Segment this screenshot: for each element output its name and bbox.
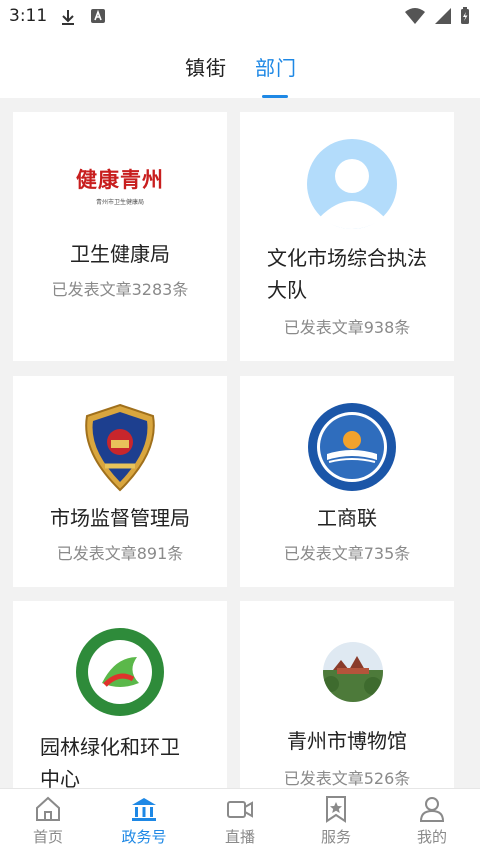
card-title: 青州市博物馆 [287, 729, 407, 753]
nav-live[interactable]: 直播 [192, 789, 288, 854]
status-time: 3:11 [9, 6, 48, 26]
card-title: 卫生健康局 [70, 242, 170, 266]
tab-towns[interactable]: 镇街 [185, 52, 227, 81]
status-bar: 3:11 [0, 0, 480, 34]
tab-bar: 镇街 部门 [0, 34, 480, 98]
tab-departments[interactable]: 部门 [255, 52, 297, 81]
card-title-line1: 文化市场综合执法 [267, 246, 427, 270]
card-article-count: 已发表文章938条 [283, 318, 411, 337]
card-title-line2: 中心 [40, 767, 80, 788]
profile-icon [419, 797, 445, 822]
market-supervision-badge-icon [85, 403, 155, 492]
signal-icon [435, 8, 451, 24]
department-card[interactable]: 工商联 已发表文章735条 [240, 376, 454, 587]
app-notification-icon [91, 9, 105, 23]
museum-photo [323, 642, 383, 702]
default-avatar-icon [307, 139, 397, 229]
nav-home[interactable]: 首页 [0, 789, 96, 854]
department-grid: 健康青州 青州市卫生健康局 卫生健康局 已发表文章3283条 文化市场综合执法 … [0, 98, 480, 788]
card-title-line2: 大队 [267, 278, 307, 302]
landscaping-center-logo [76, 628, 164, 716]
nav-service[interactable]: 服务 [288, 789, 384, 854]
download-icon [62, 10, 74, 25]
card-article-count: 已发表文章891条 [56, 544, 184, 563]
department-card[interactable]: 健康青州 青州市卫生健康局 卫生健康局 已发表文章3283条 [13, 112, 227, 361]
battery-icon [461, 7, 469, 24]
department-card[interactable]: 园林绿化和环卫 中心 [13, 601, 227, 788]
government-icon [132, 798, 156, 821]
nav-mine[interactable]: 我的 [384, 789, 480, 854]
nav-government[interactable]: 政务号 [96, 789, 192, 854]
home-icon [36, 796, 60, 821]
video-icon [227, 801, 253, 818]
nav-live-label: 直播 [224, 828, 255, 846]
card-title: 工商联 [317, 506, 377, 530]
wifi-icon [405, 8, 425, 24]
federation-of-commerce-logo [308, 403, 396, 491]
card-title-line1: 园林绿化和环卫 [40, 735, 180, 759]
department-card[interactable]: 文化市场综合执法 大队 已发表文章938条 [240, 112, 454, 361]
health-bureau-logo: 健康青州 青州市卫生健康局 [76, 167, 164, 206]
card-article-count: 已发表文章735条 [283, 544, 411, 563]
nav-government-label: 政务号 [121, 828, 167, 846]
card-title: 市场监督管理局 [50, 506, 190, 530]
card-article-count: 已发表文章3283条 [51, 280, 189, 299]
nav-home-label: 首页 [32, 828, 63, 846]
nav-mine-label: 我的 [416, 828, 447, 846]
service-icon [326, 796, 346, 823]
department-card[interactable]: 市场监督管理局 已发表文章891条 [13, 376, 227, 587]
card-article-count: 已发表文章526条 [283, 769, 411, 788]
bottom-navigation: 首页 政务号 直播 服务 我的 [0, 788, 480, 854]
department-card[interactable]: 青州市博物馆 已发表文章526条 [240, 601, 454, 788]
nav-service-label: 服务 [320, 828, 351, 846]
